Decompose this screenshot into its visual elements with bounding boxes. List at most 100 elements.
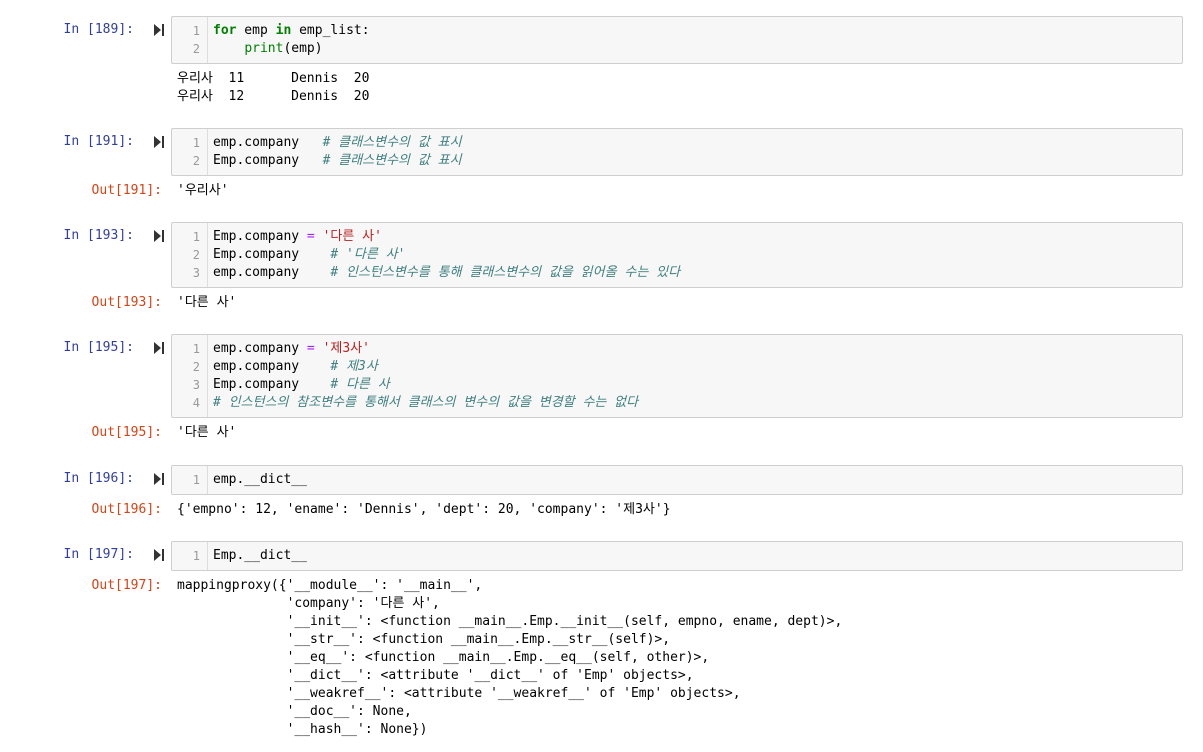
code-line: 1 emp.company = '제3사' — [172, 340, 1182, 358]
code-line: 2 print(emp) — [172, 40, 1182, 58]
input-prompt: In [189]: — [63, 22, 134, 37]
output-prompt: Out[195]: — [91, 425, 162, 440]
line-number: 2 — [192, 154, 200, 168]
line-number: 1 — [192, 136, 200, 150]
code-text: # 인스턴스의 참조변수를 통해서 클래스의 변수의 값을 변경할 수는 없다 — [213, 394, 638, 412]
output-line: '__dict__': <attribute '__dict__' of 'Em… — [177, 668, 694, 683]
output-line: '다른 사' — [177, 425, 237, 440]
output-line: '__init__': <function __main__.Emp.__ini… — [177, 614, 843, 629]
line-number: 2 — [192, 360, 200, 374]
code-input-area[interactable]: 1 emp.company = '제3사' 2 emp.company # 제3사 3 E… — [171, 334, 1183, 418]
code-text: Emp.company # '다른 사' — [213, 246, 405, 264]
code-comment: # 클래스변수의 값 표시 — [322, 153, 462, 168]
code-string: '다른 사' — [322, 229, 382, 244]
code-line: 2 Emp.company # 클래스변수의 값 표시 — [172, 152, 1182, 170]
output-line: '__doc__': None, — [177, 704, 412, 719]
code-token: Emp.company — [213, 153, 323, 168]
output-prompt: Out[196]: — [91, 502, 162, 517]
output-line: '우리사' — [177, 183, 229, 198]
input-prompt: In [197]: — [63, 547, 134, 562]
code-token: Emp.__dict__ — [213, 548, 307, 563]
code-text: emp.__dict__ — [213, 471, 307, 489]
output-prompt: Out[197]: — [91, 578, 162, 593]
line-number: 1 — [192, 342, 200, 356]
line-number: 1 — [192, 549, 200, 563]
code-line: 2 emp.company # 제3사 — [172, 358, 1182, 376]
code-text: emp.company # 제3사 — [213, 358, 378, 376]
cell-output: 우리사 11 Dennis 20 우리사 12 Dennis 20 — [177, 70, 369, 106]
input-prompt: In [196]: — [63, 471, 134, 486]
input-prompt: In [193]: — [63, 228, 134, 243]
code-text: emp.company = '제3사' — [213, 340, 370, 358]
code-line: 1 Emp.company = '다른 사' — [172, 228, 1182, 246]
input-prompt: In [191]: — [63, 134, 134, 149]
code-comment: # 인스턴스의 참조변수를 통해서 클래스의 변수의 값을 변경할 수는 없다 — [213, 395, 639, 410]
run-cell-icon[interactable] — [153, 341, 165, 355]
output-line: '__weakref__': <attribute '__weakref__' … — [177, 686, 741, 701]
code-text: emp.company # 인스턴스변수를 통해 클래스변수의 값을 읽어올 수… — [213, 264, 680, 282]
line-number: 1 — [192, 24, 200, 38]
code-token: = — [306, 229, 315, 244]
code-comment: # 제3사 — [330, 359, 378, 374]
cell-output: '다른 사' — [177, 294, 236, 312]
code-text: Emp.company # 다른 사 — [213, 376, 390, 394]
code-line: 1 for emp in emp_list: — [172, 22, 1182, 40]
code-token: emp_list: — [291, 23, 370, 38]
output-line: 우리사 11 Dennis 20 — [177, 71, 370, 86]
output-line: '__str__': <function __main__.Emp.__str_… — [177, 632, 671, 647]
run-cell-icon[interactable] — [153, 135, 165, 149]
output-line: '다른 사' — [177, 295, 237, 310]
code-line: 2 Emp.company # '다른 사' — [172, 246, 1182, 264]
code-input-area[interactable]: 1 Emp.__dict__ — [171, 541, 1183, 571]
code-line: 3 emp.company # 인스턴스변수를 통해 클래스변수의 값을 읽어올 … — [172, 264, 1182, 282]
output-prompt: Out[191]: — [91, 183, 162, 198]
cell-output: {'empno': 12, 'ename': 'Dennis', 'dept':… — [177, 501, 671, 519]
code-token: emp.company — [213, 359, 331, 374]
code-token: emp.company — [213, 265, 331, 280]
run-cell-icon[interactable] — [153, 23, 165, 37]
output-line: '__hash__': None}) — [177, 722, 428, 737]
code-token: Emp.company — [213, 247, 331, 262]
code-input-area[interactable]: 1 emp.__dict__ — [171, 465, 1183, 495]
run-cell-icon[interactable] — [153, 548, 165, 562]
code-text: emp.company # 클래스변수의 값 표시 — [213, 134, 462, 152]
code-text: Emp.__dict__ — [213, 547, 307, 565]
code-line: 1 emp.__dict__ — [172, 471, 1182, 489]
code-text: Emp.company = '다른 사' — [213, 228, 382, 246]
code-input-area[interactable]: 1 Emp.company = '다른 사' 2 Emp.company # '다른 … — [171, 222, 1183, 288]
code-input-area[interactable]: 1 for emp in emp_list: 2 print(emp) — [171, 16, 1183, 64]
code-token: emp.company — [213, 135, 323, 150]
cell-output: mappingproxy({'__module__': '__main__', … — [177, 577, 842, 739]
code-token: Emp.company — [213, 377, 331, 392]
run-cell-icon[interactable] — [153, 229, 165, 243]
code-token: emp — [236, 23, 276, 38]
line-number: 2 — [192, 42, 200, 56]
cell-output: '다른 사' — [177, 424, 236, 442]
code-comment: # 클래스변수의 값 표시 — [322, 135, 462, 150]
code-token: (emp) — [283, 41, 323, 56]
cell-output: '우리사' — [177, 182, 229, 200]
output-line: '__eq__': <function __main__.Emp.__eq__(… — [177, 650, 710, 665]
code-string: '제3사' — [322, 341, 370, 356]
code-token: print — [244, 41, 284, 56]
code-comment: # '다른 사' — [330, 247, 406, 262]
run-cell-icon[interactable] — [153, 472, 165, 486]
code-line: 4 # 인스턴스의 참조변수를 통해서 클래스의 변수의 값을 변경할 수는 없다 — [172, 394, 1182, 412]
code-line: 3 Emp.company # 다른 사 — [172, 376, 1182, 394]
code-line: 1 emp.company # 클래스변수의 값 표시 — [172, 134, 1182, 152]
code-token: emp.__dict__ — [213, 472, 307, 487]
output-line: 우리사 12 Dennis 20 — [177, 89, 370, 104]
line-number: 2 — [192, 248, 200, 262]
code-text: for emp in emp_list: — [213, 22, 370, 40]
line-number: 1 — [192, 230, 200, 244]
code-comment: # 다른 사 — [330, 377, 390, 392]
input-prompt: In [195]: — [63, 340, 134, 355]
code-keyword: in — [275, 23, 292, 38]
line-number: 1 — [192, 473, 200, 487]
code-input-area[interactable]: 1 emp.company # 클래스변수의 값 표시 2 Emp.company #… — [171, 128, 1183, 176]
line-number: 3 — [192, 378, 200, 392]
output-line: mappingproxy({'__module__': '__main__', — [177, 578, 483, 593]
